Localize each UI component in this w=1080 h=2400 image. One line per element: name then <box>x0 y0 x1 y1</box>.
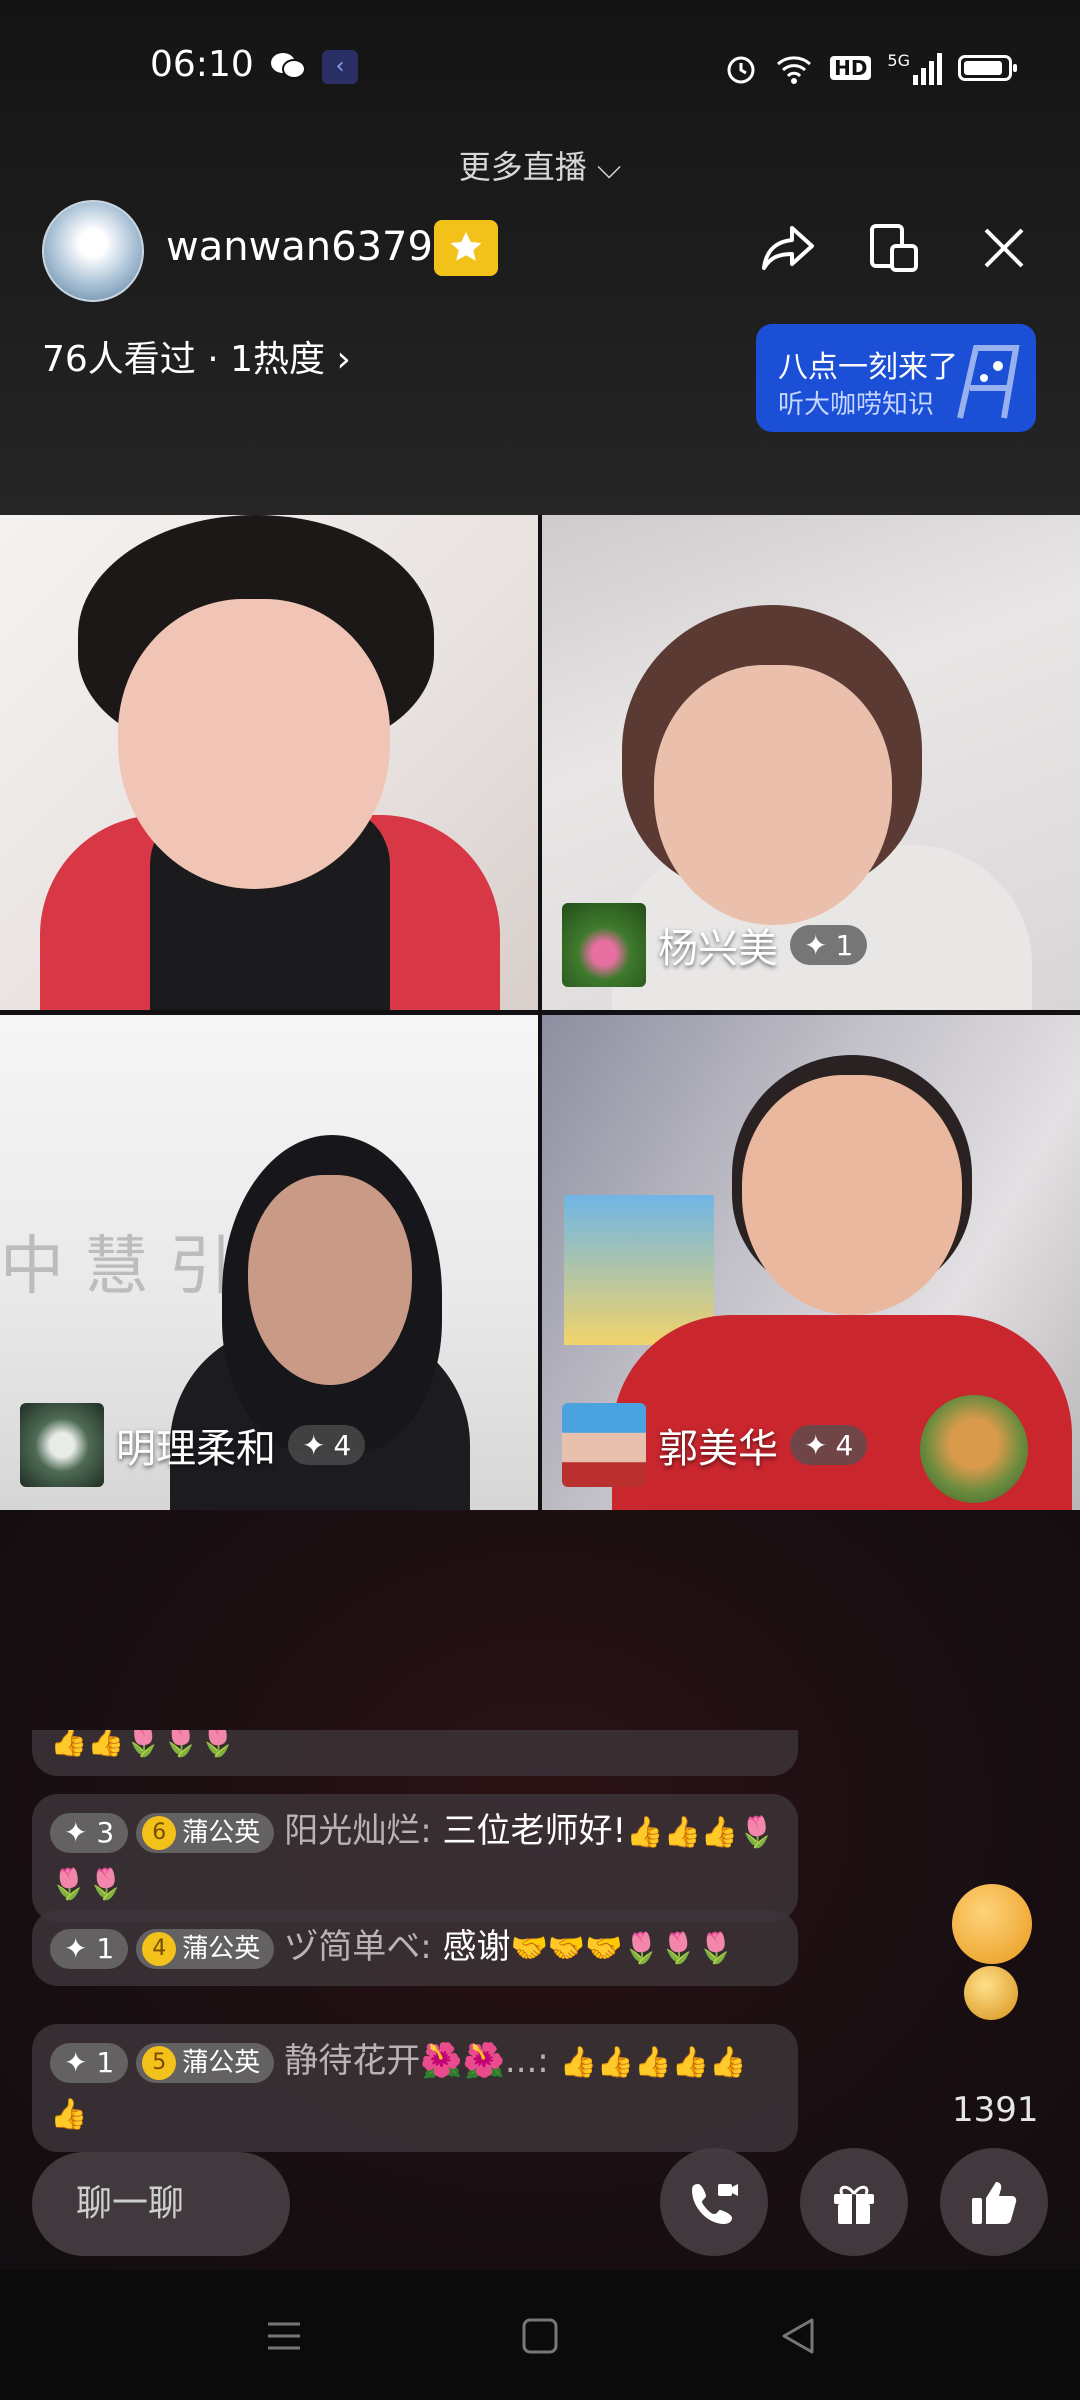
level-badge: ✦ 4 <box>790 1425 868 1465</box>
video-tile-participant-1[interactable]: 杨兴美 ✦ 1 <box>542 515 1080 1010</box>
chat-message: ✦ 1 5 蒲公英 静待花开🌺🌺...: 👍👍👍👍👍👍 <box>32 2024 798 2152</box>
level-badge: ✦ 1 <box>790 925 868 965</box>
comment-emojis: 🤝🤝🤝🌷🌷🌷 <box>510 1931 735 1966</box>
wifi-icon <box>777 56 812 84</box>
sparkle-icon: ✦ <box>302 1428 326 1462</box>
comment-username[interactable]: ヅ简单ベ: <box>284 1927 431 1967</box>
promo-title: 八点一刻来了 <box>778 350 958 385</box>
status-icons: HD 5G <box>724 48 1017 88</box>
hd-icon: HD <box>830 56 872 80</box>
chat-message: ✦ 3 6 蒲公英 阳光灿烂: 三位老师好!👍👍👍🌷🌷🌷 <box>32 1794 798 1922</box>
gift-button[interactable] <box>800 2148 908 2256</box>
like-count: 1391 <box>952 2090 1039 2130</box>
promo-banner[interactable]: 八点一刻来了 听大咖唠知识 <box>756 324 1036 432</box>
battery-icon <box>958 55 1017 81</box>
chat-message: ✦ 1 4 蒲公英 ヅ简单ベ: 感谢🤝🤝🤝🌷🌷🌷 <box>32 1910 798 1986</box>
person-face <box>248 1175 412 1385</box>
comment-text: 三位老师好! <box>442 1811 627 1851</box>
participant-tag: 郭美华 ✦ 4 <box>562 1403 868 1487</box>
host-name[interactable]: wanwan6379 <box>166 224 433 270</box>
video-tile-host[interactable] <box>0 515 538 1010</box>
more-live-button[interactable]: 更多直播 ⌵ <box>0 142 1080 188</box>
sparkle-icon: ✦ <box>804 928 828 962</box>
viewer-count[interactable]: 76人看过 · 1热度 › <box>42 330 351 382</box>
close-icon[interactable] <box>972 216 1036 280</box>
share-icon[interactable] <box>756 216 820 280</box>
comment-username[interactable]: 静待花开🌺🌺...: <box>284 2041 549 2081</box>
comment-text: 感谢 <box>442 1927 511 1967</box>
like-button[interactable] <box>940 2148 1048 2256</box>
chair-icon <box>957 345 1020 419</box>
fan-badge: 4 蒲公英 <box>136 1928 275 1969</box>
host-star-badge-icon <box>434 220 498 276</box>
video-call-icon <box>692 2184 738 2224</box>
person-face <box>742 1075 962 1315</box>
participant-tag: 杨兴美 ✦ 1 <box>562 903 868 987</box>
participant-name: 郭美华 <box>658 1426 778 1472</box>
video-grid: 杨兴美 ✦ 1 中 慧 引 明理柔和 ✦ 4 郭美华 ✦ 4 <box>0 515 1080 1510</box>
user-level-badge: ✦ 1 <box>50 1928 129 1969</box>
chat-input[interactable]: 聊一聊 <box>32 2152 290 2256</box>
app-notification-icon: ‹ <box>322 50 358 84</box>
screen-switch-icon[interactable] <box>862 216 926 280</box>
alarm-icon <box>727 56 755 84</box>
5g-signal-icon: 5G <box>887 51 942 85</box>
user-level-badge: ✦ 1 <box>50 2042 129 2083</box>
menu-icon[interactable] <box>262 2314 306 2358</box>
video-tile-participant-2[interactable]: 中 慧 引 明理柔和 ✦ 4 <box>0 1015 538 1510</box>
person-face <box>118 599 390 889</box>
floating-gift-icon[interactable] <box>920 1395 1028 1503</box>
comment-username[interactable]: 阳光灿烂: <box>284 1811 431 1851</box>
fan-badge: 5 蒲公英 <box>136 2042 275 2083</box>
participant-avatar[interactable] <box>562 1403 646 1487</box>
user-level-badge: ✦ 3 <box>50 1812 129 1853</box>
floating-emoji-icon <box>964 1966 1018 2020</box>
participant-name: 明理柔和 <box>116 1426 276 1472</box>
sparkle-icon: ✦ <box>804 1428 828 1462</box>
video-tile-participant-3[interactable]: 郭美华 ✦ 4 <box>542 1015 1080 1510</box>
person-face <box>654 665 892 925</box>
promo-subtitle: 听大咖唠知识 <box>778 390 935 420</box>
wall-calligraphy: 中 慧 引 <box>0 1230 233 1304</box>
level-badge: ✦ 4 <box>288 1425 366 1465</box>
floating-emoji-icon <box>952 1884 1032 1964</box>
participant-avatar[interactable] <box>20 1403 104 1487</box>
fan-badge: 6 蒲公英 <box>136 1812 275 1853</box>
back-icon[interactable] <box>776 2314 820 2358</box>
gift-icon <box>834 2185 874 2224</box>
participant-name: 杨兴美 <box>658 926 778 972</box>
status-bar: 06:10 ‹ HD 5G <box>0 0 1080 130</box>
participant-avatar[interactable] <box>562 903 646 987</box>
status-time: 06:10 <box>150 44 254 85</box>
host-avatar[interactable] <box>42 200 144 302</box>
participant-tag: 明理柔和 ✦ 4 <box>20 1403 366 1487</box>
chat-message-partial: 👍👍🌷🌷🌷 <box>32 1730 798 1776</box>
wechat-icon <box>270 52 306 80</box>
thumbs-up-icon <box>972 2182 1017 2224</box>
system-nav-bar <box>0 2270 1080 2400</box>
video-call-button[interactable] <box>660 2148 768 2256</box>
home-icon[interactable] <box>518 2314 562 2358</box>
